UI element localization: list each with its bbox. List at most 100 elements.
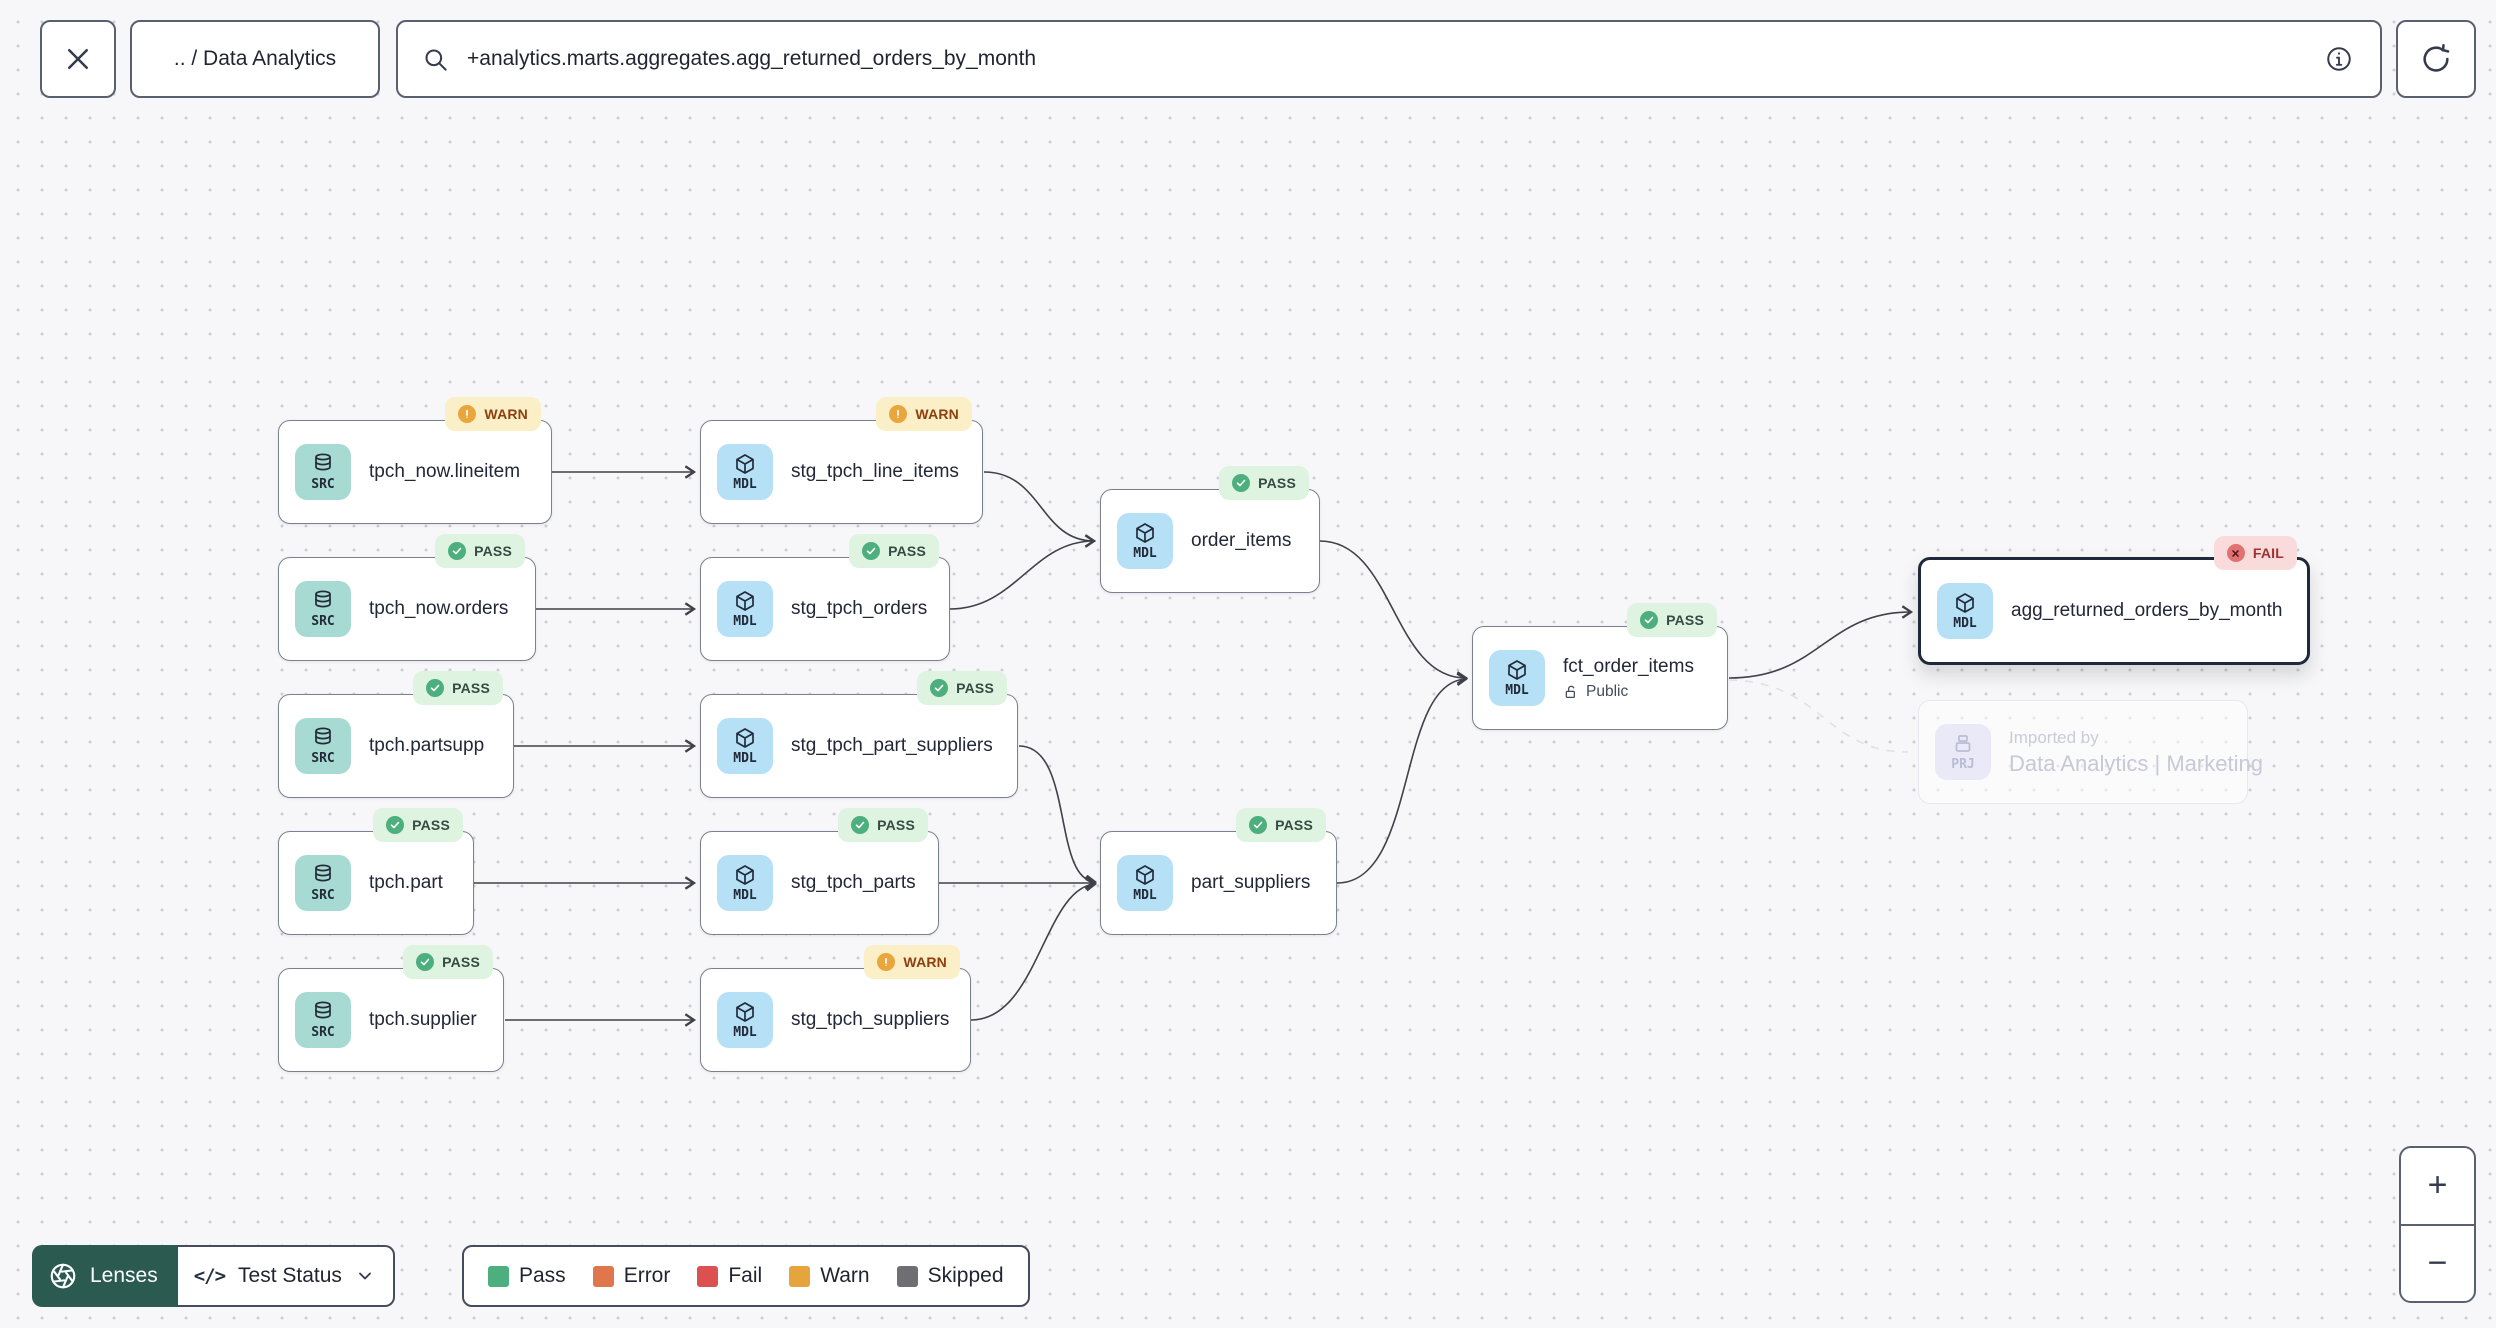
status-badge: PASS	[1627, 603, 1717, 637]
node-tpch-supplier[interactable]: PASS SRC tpch.supplier	[278, 945, 504, 1072]
legend-item-skipped: Skipped	[896, 1264, 1004, 1288]
node-tpch-part[interactable]: PASS SRC tpch.part	[278, 808, 474, 935]
legend-item-warn: Warn	[789, 1264, 870, 1288]
status-label: PASS	[888, 543, 926, 559]
zoom-out-button[interactable]: −	[2401, 1226, 2474, 1302]
node-label: stg_tpch_line_items	[791, 461, 959, 482]
model-type-chip: MDL	[717, 444, 773, 500]
status-badge: WARN	[876, 397, 972, 431]
project-type-chip: PRJ	[1935, 724, 1991, 780]
status-label: PASS	[1666, 612, 1704, 628]
node-label: stg_tpch_part_suppliers	[791, 735, 993, 756]
model-type-chip: MDL	[717, 718, 773, 774]
legend-item-fail: Fail	[697, 1264, 762, 1288]
cube-icon	[1136, 523, 1154, 543]
source-type-chip: SRC	[295, 718, 351, 774]
node-tpch_now-lineitem[interactable]: WARN SRC tpch_now.lineitem	[278, 397, 552, 524]
node-stg_tpch_suppliers[interactable]: WARN MDL stg_tpch_suppliers	[700, 945, 971, 1072]
source-type-chip: SRC	[295, 581, 351, 637]
status-label: PASS	[474, 543, 512, 559]
fail-swatch	[697, 1265, 719, 1287]
cube-icon	[736, 865, 754, 885]
node-label: agg_returned_orders_by_month	[2011, 600, 2283, 621]
node-label: tpch.supplier	[369, 1009, 477, 1030]
node-label: tpch_now.orders	[369, 598, 509, 619]
lenses-button[interactable]: Lenses	[32, 1245, 178, 1307]
pass-swatch	[488, 1265, 509, 1287]
node-agg_returned_orders_by_month[interactable]: FAIL MDL agg_returned_orders_by_month	[1918, 536, 2310, 665]
database-icon	[315, 590, 331, 608]
node-label: stg_tpch_parts	[791, 872, 916, 893]
cube-icon	[1136, 865, 1154, 885]
status-label: PASS	[412, 817, 450, 833]
check-icon	[1232, 474, 1251, 492]
legend-label: Skipped	[927, 1264, 1004, 1287]
chevron-down-icon	[359, 1272, 371, 1280]
node-label: part_suppliers	[1191, 872, 1311, 893]
warn-icon	[877, 953, 896, 971]
status-badge: WARN	[445, 397, 541, 431]
status-badge: FAIL	[2213, 536, 2297, 570]
status-badge: PASS	[435, 534, 525, 568]
node-stg_tpch_line_items[interactable]: WARN MDL stg_tpch_line_items	[700, 397, 983, 524]
source-type-chip: SRC	[295, 855, 351, 911]
status-badge: PASS	[1219, 466, 1309, 500]
access-label: Public	[1586, 682, 1629, 700]
lenses-label: Lenses	[90, 1264, 158, 1287]
skipped-swatch	[896, 1265, 918, 1287]
cube-icon	[736, 591, 754, 611]
check-icon	[426, 679, 445, 697]
status-badge: WARN	[864, 945, 960, 979]
node-label: fct_order_items	[1563, 655, 1694, 677]
code-icon: </>	[193, 1265, 226, 1287]
cube-icon	[1508, 660, 1526, 680]
model-type-chip: MDL	[1937, 583, 1993, 639]
status-label: PASS	[1275, 817, 1313, 833]
database-icon	[315, 1001, 331, 1019]
legend-label: Pass	[519, 1264, 566, 1287]
legend-label: Error	[623, 1264, 671, 1287]
node-label: tpch_now.lineitem	[369, 461, 521, 482]
status-label: PASS	[452, 680, 490, 696]
node-tpch-partsupp[interactable]: PASS SRC tpch.partsupp	[278, 671, 514, 798]
status-label: FAIL	[2252, 545, 2284, 561]
status-badge: PASS	[403, 945, 493, 979]
model-type-chip: MDL	[717, 992, 773, 1048]
fail-icon	[2226, 544, 2245, 562]
status-label: PASS	[956, 680, 994, 696]
check-icon	[862, 542, 881, 560]
database-icon	[315, 864, 331, 882]
lens-selector[interactable]: </> Test Status	[177, 1245, 395, 1307]
check-icon	[386, 816, 405, 834]
status-badge: PASS	[1236, 808, 1326, 842]
active-lens-label: Test Status	[238, 1264, 342, 1287]
status-label: WARN	[915, 406, 959, 422]
cube-icon	[736, 1002, 754, 1022]
node-fct_order_items[interactable]: PASS MDL fct_order_items Public	[1472, 603, 1728, 730]
node-tpch_now-orders[interactable]: PASS SRC tpch_now.orders	[278, 534, 536, 661]
node-order_items[interactable]: PASS MDL order_items	[1100, 466, 1320, 593]
legend-label: Fail	[728, 1264, 763, 1287]
unlock-icon	[1565, 685, 1575, 698]
legend-item-error: Error	[592, 1264, 671, 1288]
node-label: stg_tpch_suppliers	[791, 1009, 950, 1030]
warn-icon	[889, 405, 908, 423]
node-part_suppliers[interactable]: PASS MDL part_suppliers	[1100, 808, 1337, 935]
imported-by-label: Imported by	[2009, 727, 2099, 747]
node-stg_tpch_parts[interactable]: PASS MDL stg_tpch_parts	[700, 808, 939, 935]
warn-icon	[458, 405, 477, 423]
check-icon	[416, 953, 435, 971]
status-badge: PASS	[917, 671, 1007, 705]
node-stg_tpch_part_suppliers[interactable]: PASS MDL stg_tpch_part_suppliers	[700, 671, 1018, 798]
node-imported-by-project[interactable]: PRJ Imported by Data Analytics | Marketi…	[1918, 700, 2263, 804]
access-row: Public	[1563, 683, 1694, 701]
database-icon	[315, 727, 331, 745]
cube-icon	[736, 728, 754, 748]
model-type-chip: MDL	[1489, 650, 1545, 706]
error-swatch	[592, 1265, 614, 1287]
node-stg_tpch_orders[interactable]: PASS MDL stg_tpch_orders	[700, 534, 950, 661]
cube-icon	[736, 454, 754, 474]
zoom-in-button[interactable]: +	[2401, 1148, 2474, 1226]
model-type-chip: MDL	[1117, 513, 1173, 569]
status-label: PASS	[1258, 475, 1296, 491]
